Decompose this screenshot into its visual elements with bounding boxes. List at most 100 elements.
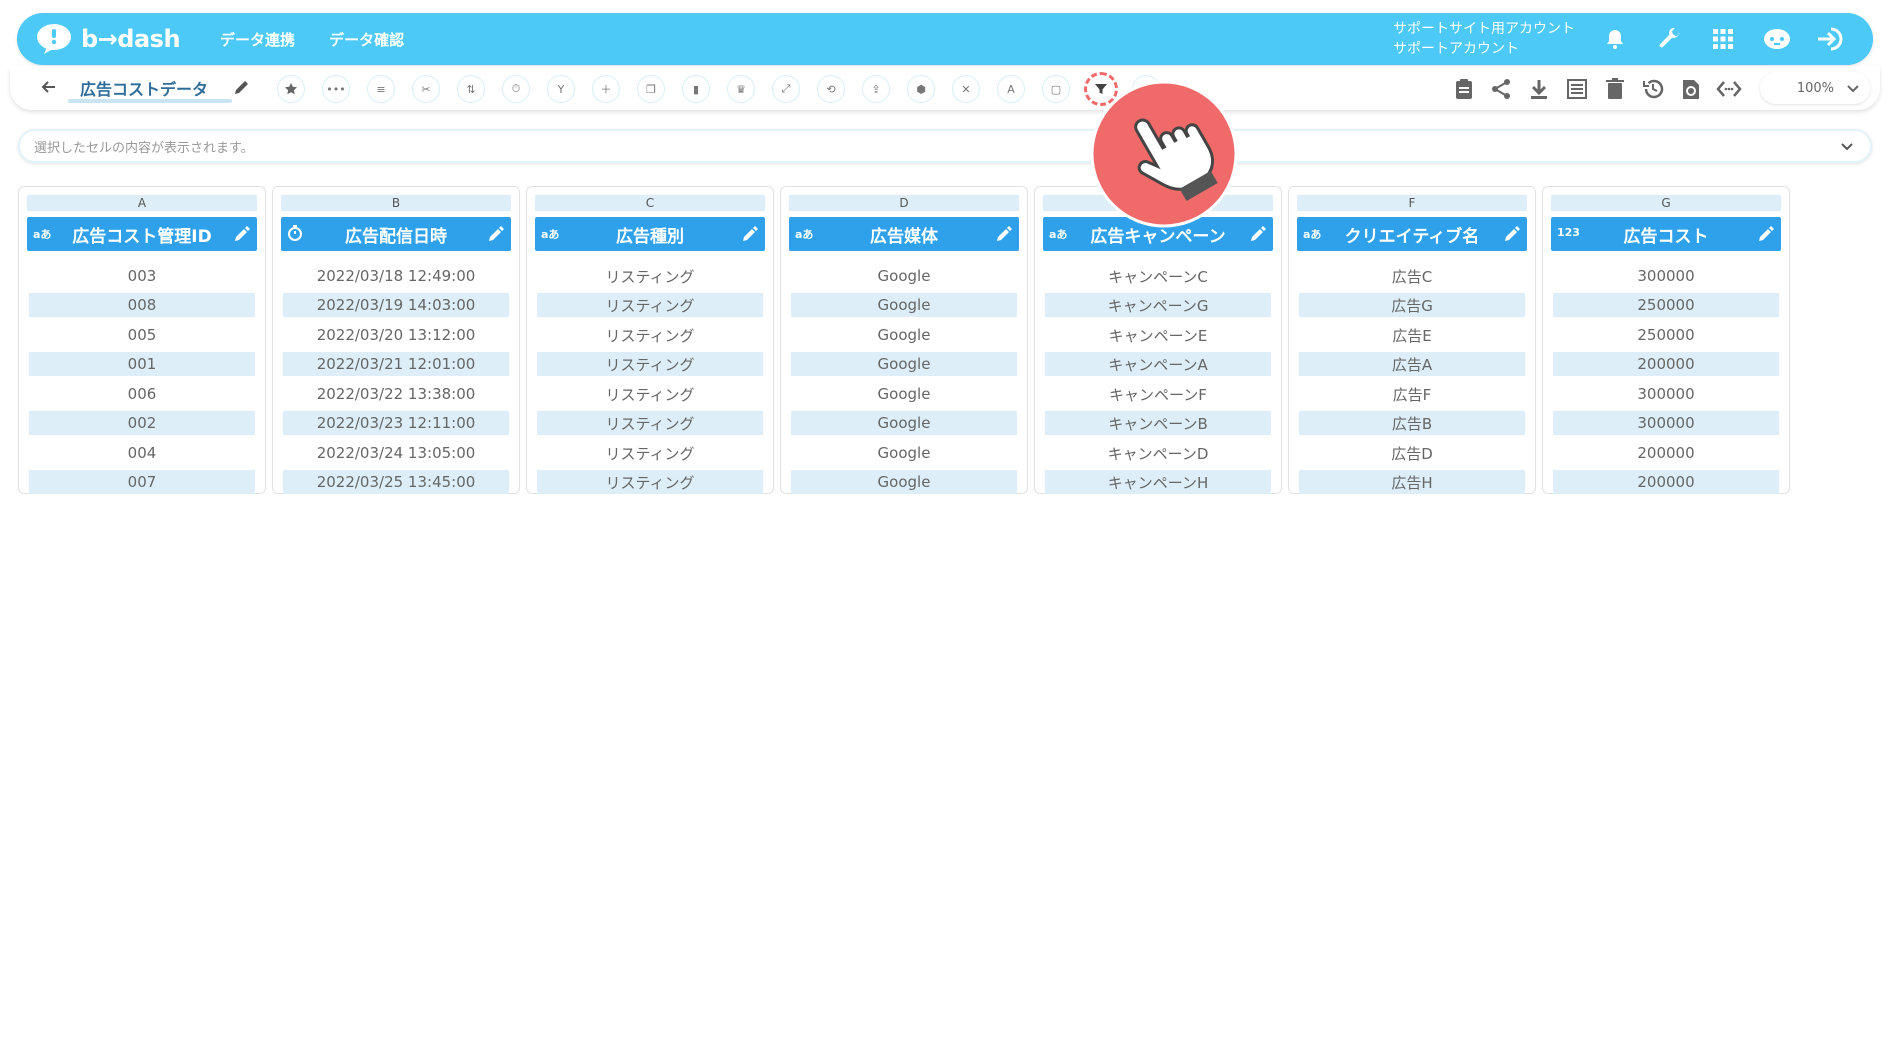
table-cell[interactable]: 002: [29, 411, 255, 435]
table-cell[interactable]: キャンペーンH: [1045, 470, 1271, 494]
table-cell[interactable]: 001: [29, 352, 255, 376]
edit-column-icon[interactable]: [1757, 225, 1775, 243]
wrench-icon[interactable]: [1649, 19, 1689, 59]
window-icon[interactable]: ▢: [1042, 75, 1070, 103]
table-cell[interactable]: 005: [29, 323, 255, 347]
timer-icon[interactable]: ⏱: [502, 75, 530, 103]
table-cell[interactable]: 広告A: [1299, 352, 1525, 376]
crown-icon[interactable]: ♛: [727, 75, 755, 103]
expand-icon[interactable]: ⤢: [772, 75, 800, 103]
table-cell[interactable]: 2022/03/25 13:45:00: [283, 470, 509, 494]
nav-data-check[interactable]: データ確認: [329, 29, 404, 50]
edit-column-icon[interactable]: [233, 225, 251, 243]
merge-icon[interactable]: Y: [547, 75, 575, 103]
column-card[interactable]: Caあ 広告種別 リスティング リスティング リスティング リスティング リスティング リステ…: [526, 186, 774, 494]
column-header[interactable]: 広告配信日時: [281, 217, 511, 251]
table-cell[interactable]: 003: [29, 264, 255, 288]
table-cell[interactable]: キャンペーンA: [1045, 352, 1271, 376]
download-icon[interactable]: [1526, 76, 1552, 102]
table-cell[interactable]: Google: [791, 323, 1017, 347]
table-cell[interactable]: Google: [791, 352, 1017, 376]
table-cell[interactable]: キャンペーンC: [1045, 264, 1271, 288]
table-cell[interactable]: 250000: [1553, 323, 1779, 347]
table-cell[interactable]: キャンペーンG: [1045, 293, 1271, 317]
list-icon[interactable]: [1564, 76, 1590, 102]
table-cell[interactable]: 250000: [1553, 293, 1779, 317]
column-card[interactable]: B 広告配信日時 2022/03/18 12:49:00 2022/03/19 14:…: [272, 186, 520, 494]
table-cell[interactable]: 2022/03/23 12:11:00: [283, 411, 509, 435]
table-cell[interactable]: リスティング: [537, 411, 763, 435]
copy-icon[interactable]: ❐: [637, 75, 665, 103]
column-header[interactable]: aあ 広告媒体: [789, 217, 1019, 251]
edit-column-icon[interactable]: [487, 225, 505, 243]
table-cell[interactable]: Google: [791, 411, 1017, 435]
transform-icon[interactable]: ⇅: [457, 75, 485, 103]
loop-icon[interactable]: ⟲: [817, 75, 845, 103]
table-cell[interactable]: Google: [791, 264, 1017, 288]
list-tool-icon[interactable]: ≡: [367, 75, 395, 103]
column-header[interactable]: 123 広告コスト: [1551, 217, 1781, 251]
edit-column-icon[interactable]: [995, 225, 1013, 243]
table-cell[interactable]: 広告F: [1299, 382, 1525, 406]
table-cell[interactable]: キャンペーンE: [1045, 323, 1271, 347]
brand-logo[interactable]: b→dash: [35, 23, 181, 55]
table-cell[interactable]: リスティング: [537, 470, 763, 494]
table-cell[interactable]: 200000: [1553, 470, 1779, 494]
column-card[interactable]: Aaあ 広告コスト管理ID 003 008 005 001 006 002 004 007: [18, 186, 266, 494]
table-cell[interactable]: Google: [791, 382, 1017, 406]
history-icon[interactable]: [1640, 76, 1666, 102]
table-cell[interactable]: 2022/03/22 13:38:00: [283, 382, 509, 406]
export-icon[interactable]: ⇪: [862, 75, 890, 103]
bell-icon[interactable]: [1595, 19, 1635, 59]
column-header[interactable]: aあ 広告種別: [535, 217, 765, 251]
table-cell[interactable]: 広告E: [1299, 323, 1525, 347]
column-card[interactable]: G 123 広告コスト 300000 250000 250000 200000 300000 3…: [1542, 186, 1790, 494]
table-cell[interactable]: 広告D: [1299, 441, 1525, 465]
table-cell[interactable]: 007: [29, 470, 255, 494]
table-cell[interactable]: 2022/03/20 13:12:00: [283, 323, 509, 347]
table-cell[interactable]: 200000: [1553, 352, 1779, 376]
table-cell[interactable]: リスティング: [537, 441, 763, 465]
edit-title-icon[interactable]: [232, 77, 252, 97]
close-circle-icon[interactable]: ✕: [952, 75, 980, 103]
grid-icon[interactable]: [1703, 19, 1743, 59]
table-cell[interactable]: 2022/03/18 12:49:00: [283, 264, 509, 288]
table-cell[interactable]: リスティング: [537, 264, 763, 288]
table-cell[interactable]: 008: [29, 293, 255, 317]
column-card[interactable]: Eaあ広告キャンペーンキャンペーンCキャンペーンGキャンペーンEキャンペーンAキ…: [1034, 186, 1282, 494]
table-cell[interactable]: 300000: [1553, 382, 1779, 406]
table-cell[interactable]: 広告H: [1299, 470, 1525, 494]
edit-column-icon[interactable]: [1503, 225, 1521, 243]
code-icon[interactable]: [1716, 76, 1742, 102]
zoom-select[interactable]: 100%: [1760, 72, 1870, 104]
account-info[interactable]: サポートサイト用アカウント サポートアカウント: [1393, 19, 1575, 59]
share-icon[interactable]: [1488, 76, 1514, 102]
column-card[interactable]: Faあ クリエイティブ名 広告C 広告G 広告E 広告A 広告F 広告B 広告D 広告H: [1288, 186, 1536, 494]
data-title[interactable]: 広告コストデータ: [80, 76, 208, 100]
logout-icon[interactable]: [1811, 19, 1851, 59]
translate-icon[interactable]: A: [997, 75, 1025, 103]
table-cell[interactable]: 広告B: [1299, 411, 1525, 435]
cell-content-bar[interactable]: 選択したセルの内容が表示されます。: [18, 129, 1872, 163]
robot-icon[interactable]: [1757, 19, 1797, 59]
dots-icon[interactable]: •••: [322, 75, 350, 103]
table-cell[interactable]: キャンペーンD: [1045, 441, 1271, 465]
delete-icon[interactable]: [1602, 76, 1628, 102]
table-cell[interactable]: リスティング: [537, 352, 763, 376]
table-cell[interactable]: リスティング: [537, 382, 763, 406]
edit-column-icon[interactable]: [1249, 225, 1267, 243]
table-cell[interactable]: リスティング: [537, 293, 763, 317]
table-cell[interactable]: 2022/03/19 14:03:00: [283, 293, 509, 317]
table-cell[interactable]: 広告G: [1299, 293, 1525, 317]
table-cell[interactable]: 広告C: [1299, 264, 1525, 288]
package-icon[interactable]: ⬢: [907, 75, 935, 103]
refresh-file-icon[interactable]: [1678, 76, 1704, 102]
table-cell[interactable]: 004: [29, 441, 255, 465]
table-cell[interactable]: 300000: [1553, 264, 1779, 288]
nav-data-integration[interactable]: データ連携: [220, 29, 295, 50]
chevron-down-icon[interactable]: [1840, 139, 1854, 153]
table-cell[interactable]: キャンペーンB: [1045, 411, 1271, 435]
table-cell[interactable]: リスティング: [537, 323, 763, 347]
table-cell[interactable]: Google: [791, 470, 1017, 494]
table-cell[interactable]: キャンペーンF: [1045, 382, 1271, 406]
